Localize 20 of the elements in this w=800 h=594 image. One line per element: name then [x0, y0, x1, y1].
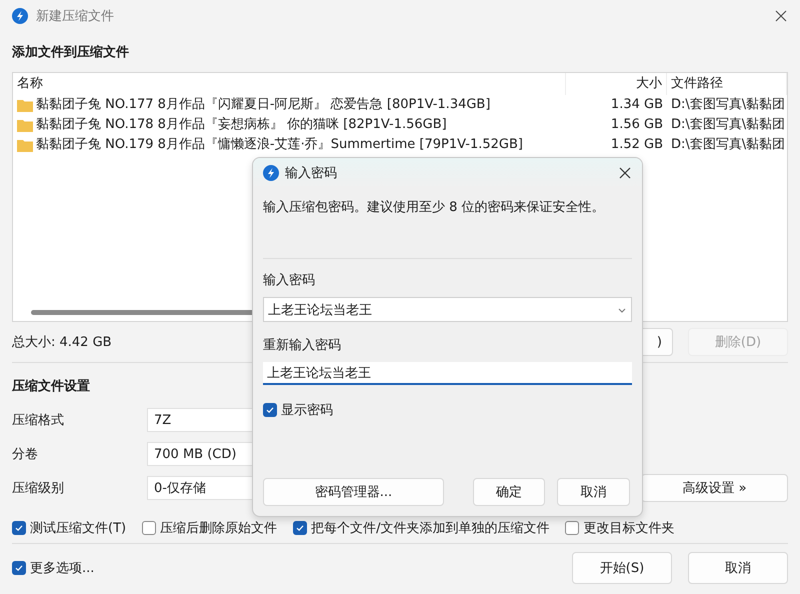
field-label: 输入密码: [263, 272, 316, 290]
path-cell-text: D:\套图写真\黏黏团: [670, 96, 786, 114]
file-name: 黏黏团子兔 NO.179 8月作品『慵懒逐浪-艾莲·乔』Summertime [79P1V-1.52GB]: [36, 136, 523, 154]
field-label: 压缩级别: [12, 480, 65, 497]
dialog-title: 输入密码: [285, 165, 337, 182]
section-heading: 添加文件到压缩文件: [12, 44, 130, 61]
total-size: 总大小: 4.42 GB: [12, 334, 112, 351]
field-label: 压缩格式: [12, 412, 65, 429]
size-cell-text: 1.56 GB: [610, 116, 664, 134]
file-name: 黏黏团子兔 NO.177 8月作品『闪耀夏日-阿尼斯』 恋爱告急 [80P1V-1.34GB]: [36, 96, 490, 114]
field-label: 重新输入密码: [263, 337, 342, 355]
size-cell-text: 1.52 GB: [610, 136, 664, 154]
file-name: 黏黏团子兔 NO.178 8月作品『妄想病栋』 你的猫咪 [82P1V-1.56GB]: [36, 116, 447, 134]
size-cell-text: 1.34 GB: [610, 96, 664, 114]
section-heading: 压缩文件设置: [12, 378, 91, 395]
path-cell-text: D:\套图写真\黏黏团: [670, 136, 786, 154]
window-title: 新建压缩文件: [36, 8, 114, 25]
field-label: 分卷: [12, 446, 39, 463]
dialog-message: 输入压缩包密码。建议使用至少 8 位的密码来保证安全性。: [263, 199, 606, 217]
path-cell-text: D:\套图写真\黏黏团: [670, 116, 786, 134]
